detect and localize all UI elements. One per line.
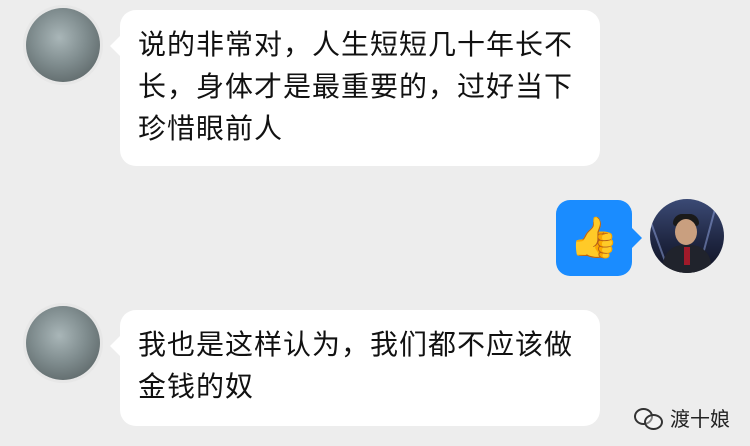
wechat-bubbles-icon <box>634 407 663 430</box>
thumbs-up-icon: 👍 <box>569 215 619 261</box>
sender-avatar[interactable] <box>26 306 100 380</box>
message-bubble[interactable]: 我也是这样认为，我们都不应该做 金钱的奴 <box>110 310 600 426</box>
message-bubble[interactable]: 说的非常对，人生短短几十年长不 长，身体才是最重要的，过好当下 珍惜眼前人 <box>110 10 600 166</box>
message-text: 说的非常对，人生短短几十年长不 长，身体才是最重要的，过好当下 珍惜眼前人 <box>138 28 574 145</box>
avatar-frame <box>26 8 100 82</box>
watermark: 渡十娘 <box>634 403 730 432</box>
message-text: 我也是这样认为，我们都不应该做 金钱的奴 <box>138 328 574 403</box>
self-avatar[interactable] <box>650 199 724 273</box>
watermark-text: 渡十娘 <box>670 407 730 431</box>
avatar-frame <box>26 306 100 380</box>
sender-avatar[interactable] <box>26 8 100 82</box>
thumbs-up-bubble[interactable]: 👍 <box>556 200 642 276</box>
